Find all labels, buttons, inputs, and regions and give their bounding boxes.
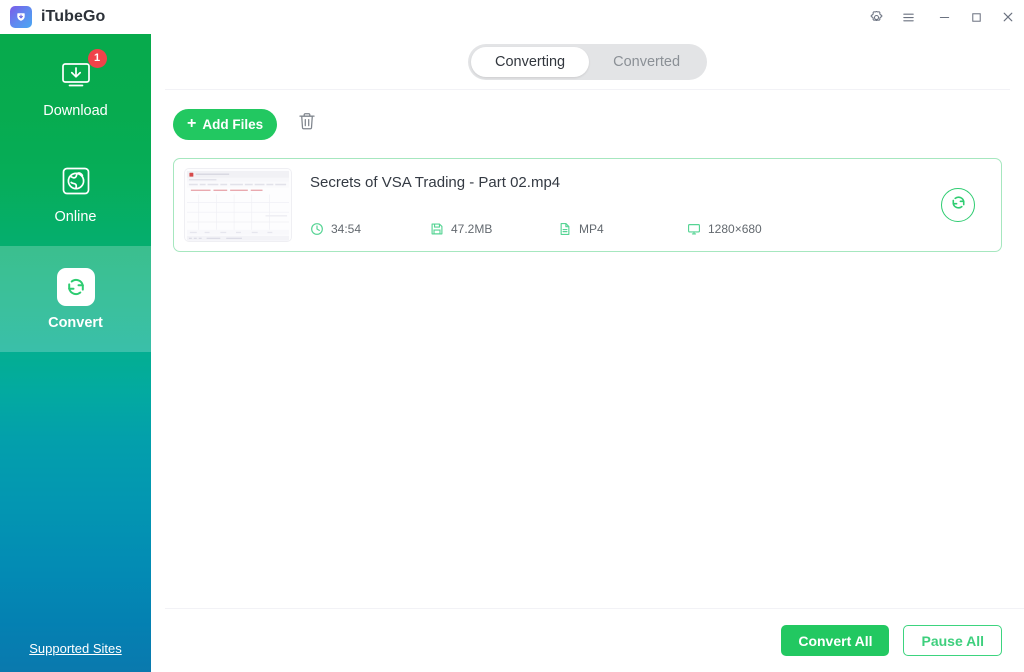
file-format: MP4 <box>558 222 687 236</box>
minimize-button[interactable] <box>928 0 960 34</box>
file-document-icon <box>558 222 572 236</box>
sidebar-item-convert[interactable]: Convert <box>0 246 151 352</box>
file-thumbnail <box>184 168 292 242</box>
tab-bar: Converting Converted <box>151 34 1024 89</box>
maximize-button[interactable] <box>960 0 992 34</box>
window-controls <box>860 0 1024 34</box>
add-files-button[interactable]: + Add Files <box>173 108 278 140</box>
file-title: Secrets of VSA Trading - Part 02.mp4 <box>310 174 561 191</box>
plus-icon: + <box>187 115 197 132</box>
globe-icon <box>57 162 95 200</box>
delete-all-button[interactable] <box>294 110 320 138</box>
app-window: iTubeGo 1 Download Online Convert Suppor… <box>0 0 1024 672</box>
file-list: Secrets of VSA Trading - Part 02.mp4 34:… <box>151 158 1024 598</box>
close-button[interactable] <box>992 0 1024 34</box>
convert-file-button[interactable] <box>941 188 975 222</box>
main-content: Converting Converted + Add Files Secrets… <box>151 34 1024 672</box>
file-size: 47.2MB <box>430 222 558 236</box>
download-monitor-icon: 1 <box>57 48 107 94</box>
convert-refresh-icon <box>56 267 95 306</box>
add-files-label: Add Files <box>202 116 264 132</box>
file-size-value: 47.2MB <box>451 222 493 236</box>
convert-refresh-circle-icon <box>949 193 968 217</box>
convert-all-button[interactable]: Convert All <box>781 625 890 656</box>
brand: iTubeGo <box>0 6 105 28</box>
settings-button[interactable] <box>860 0 892 34</box>
app-title: iTubeGo <box>41 8 106 25</box>
toolbar: + Add Files <box>151 90 1024 158</box>
pause-all-button[interactable]: Pause All <box>903 625 1002 656</box>
sidebar-item-label: Online <box>54 208 97 225</box>
file-resolution-value: 1280×680 <box>708 222 762 236</box>
sidebar-item-online[interactable]: Online <box>0 140 151 246</box>
file-format-value: MP4 <box>579 222 604 236</box>
supported-sites-link-wrap: Supported Sites <box>0 640 151 658</box>
clock-icon <box>310 222 324 236</box>
title-bar: iTubeGo <box>0 0 1024 34</box>
sidebar: 1 Download Online Convert Supported Site… <box>0 34 151 672</box>
file-duration-value: 34:54 <box>331 222 362 236</box>
file-meta-row: 34:54 47.2MB MP4 1280×680 <box>310 222 941 236</box>
sidebar-item-label: Download <box>43 102 108 119</box>
footer-actions: Convert All Pause All <box>151 609 1024 672</box>
file-info: Secrets of VSA Trading - Part 02.mp4 34:… <box>292 168 941 242</box>
download-badge: 1 <box>87 48 107 68</box>
file-resolution: 1280×680 <box>687 222 762 236</box>
tab-converting[interactable]: Converting <box>470 46 590 77</box>
file-card[interactable]: Secrets of VSA Trading - Part 02.mp4 34:… <box>173 158 1002 252</box>
trash-icon <box>297 111 317 137</box>
sidebar-item-download[interactable]: 1 Download <box>0 34 151 140</box>
monitor-icon <box>687 222 701 236</box>
floppy-disk-icon <box>430 222 444 236</box>
tab-converted[interactable]: Converted <box>589 47 704 77</box>
segmented-control: Converting Converted <box>467 43 708 80</box>
menu-button[interactable] <box>892 0 924 34</box>
file-duration: 34:54 <box>310 222 430 236</box>
download-arrow-logo-icon <box>10 6 32 28</box>
sidebar-item-label: Convert <box>48 314 103 331</box>
supported-sites-link[interactable]: Supported Sites <box>29 641 122 656</box>
